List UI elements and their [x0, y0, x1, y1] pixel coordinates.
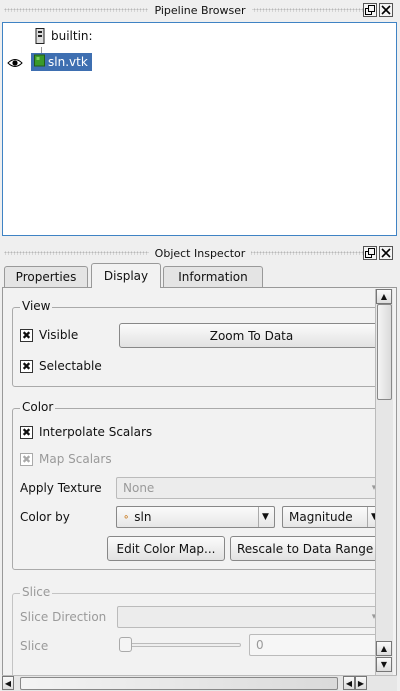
color-group-title: Color — [20, 400, 56, 414]
slice-label: Slice — [20, 639, 49, 653]
horizontal-scrollbar[interactable]: ◀ ◀ ▶ — [2, 675, 397, 691]
close-dock-button[interactable] — [379, 246, 393, 260]
slice-spinbox[interactable]: 0 — [249, 634, 384, 656]
close-icon — [381, 248, 391, 258]
server-icon — [35, 28, 45, 47]
pipeline-item-label: sln.vtk — [48, 55, 88, 69]
view-group-title: View — [20, 299, 53, 313]
pipeline-browser-titlebar[interactable]: Pipeline Browser — [0, 0, 400, 20]
chevron-down-icon: ▼ — [258, 507, 272, 527]
map-scalars-checkbox[interactable]: ✖ — [20, 453, 33, 466]
float-dock-button[interactable] — [363, 3, 377, 17]
scroll-right-button[interactable]: ▶ — [355, 676, 367, 690]
scroll-up-button-lower[interactable]: ▲ — [376, 641, 392, 656]
object-inspector-title: Object Inspector — [148, 246, 252, 260]
point-data-icon: ∘ — [123, 511, 130, 523]
float-icon — [365, 5, 375, 15]
pipeline-item-builtin[interactable]: builtin: — [51, 29, 93, 43]
slice-slider-track[interactable] — [121, 643, 241, 647]
float-dock-button[interactable] — [363, 246, 377, 260]
color-by-value: sln — [134, 510, 152, 524]
horizontal-scrollbar-thumb[interactable] — [20, 677, 338, 690]
scroll-up-button[interactable]: ▲ — [376, 289, 392, 304]
map-scalars-label: Map Scalars — [39, 452, 112, 466]
close-dock-button[interactable] — [379, 3, 393, 17]
float-icon — [365, 248, 375, 258]
zoom-to-data-button[interactable]: Zoom To Data — [119, 323, 384, 348]
apply-texture-value: None — [123, 481, 155, 495]
scrollbar-thumb[interactable] — [377, 304, 392, 400]
pipeline-browser-tree[interactable]: builtin: sln.vtk — [2, 22, 397, 236]
scroll-down-button[interactable]: ▼ — [376, 657, 392, 672]
visible-checkbox[interactable]: ✖ — [20, 329, 33, 342]
scroll-left-button-right[interactable]: ◀ — [343, 676, 355, 690]
slice-value: 0 — [256, 638, 264, 652]
scroll-left-button[interactable]: ◀ — [2, 676, 14, 690]
slice-direction-label: Slice Direction — [20, 610, 107, 624]
eye-icon[interactable] — [7, 57, 23, 72]
slice-direction-combo[interactable]: ▾ — [117, 606, 384, 628]
apply-texture-combo[interactable]: None ▾ — [116, 477, 384, 499]
visible-label: Visible — [39, 328, 79, 342]
tab-properties[interactable]: Properties — [4, 266, 88, 287]
tab-information[interactable]: Information — [163, 266, 263, 287]
apply-texture-label: Apply Texture — [20, 481, 102, 495]
interpolate-scalars-label: Interpolate Scalars — [39, 425, 153, 439]
object-inspector-titlebar[interactable]: Object Inspector — [0, 243, 400, 263]
rescale-to-data-range-button[interactable]: Rescale to Data Range — [230, 536, 384, 561]
display-panel: View ✖ Visible Zoom To Data ✖ Selectable… — [2, 287, 397, 677]
pipeline-item-sln-vtk[interactable]: sln.vtk — [31, 53, 92, 71]
interpolate-scalars-checkbox[interactable]: ✖ — [20, 426, 33, 439]
component-combo[interactable]: Magnitude ▼ — [282, 506, 384, 528]
component-value: Magnitude — [289, 510, 353, 524]
selectable-checkbox[interactable]: ✖ — [20, 360, 33, 373]
slice-slider-handle[interactable] — [119, 637, 132, 652]
edit-color-map-button[interactable]: Edit Color Map... — [107, 536, 225, 561]
tab-display[interactable]: Display — [91, 263, 161, 288]
selectable-label: Selectable — [39, 359, 102, 373]
slice-group-title: Slice — [20, 585, 53, 599]
color-by-label: Color by — [20, 510, 70, 524]
color-by-combo[interactable]: ∘ sln ▼ — [116, 506, 275, 528]
close-icon — [381, 5, 391, 15]
pipeline-browser-title: Pipeline Browser — [148, 3, 252, 17]
dataset-icon — [34, 54, 45, 70]
vertical-scrollbar[interactable]: ▲ ▲ ▼ — [375, 289, 393, 675]
